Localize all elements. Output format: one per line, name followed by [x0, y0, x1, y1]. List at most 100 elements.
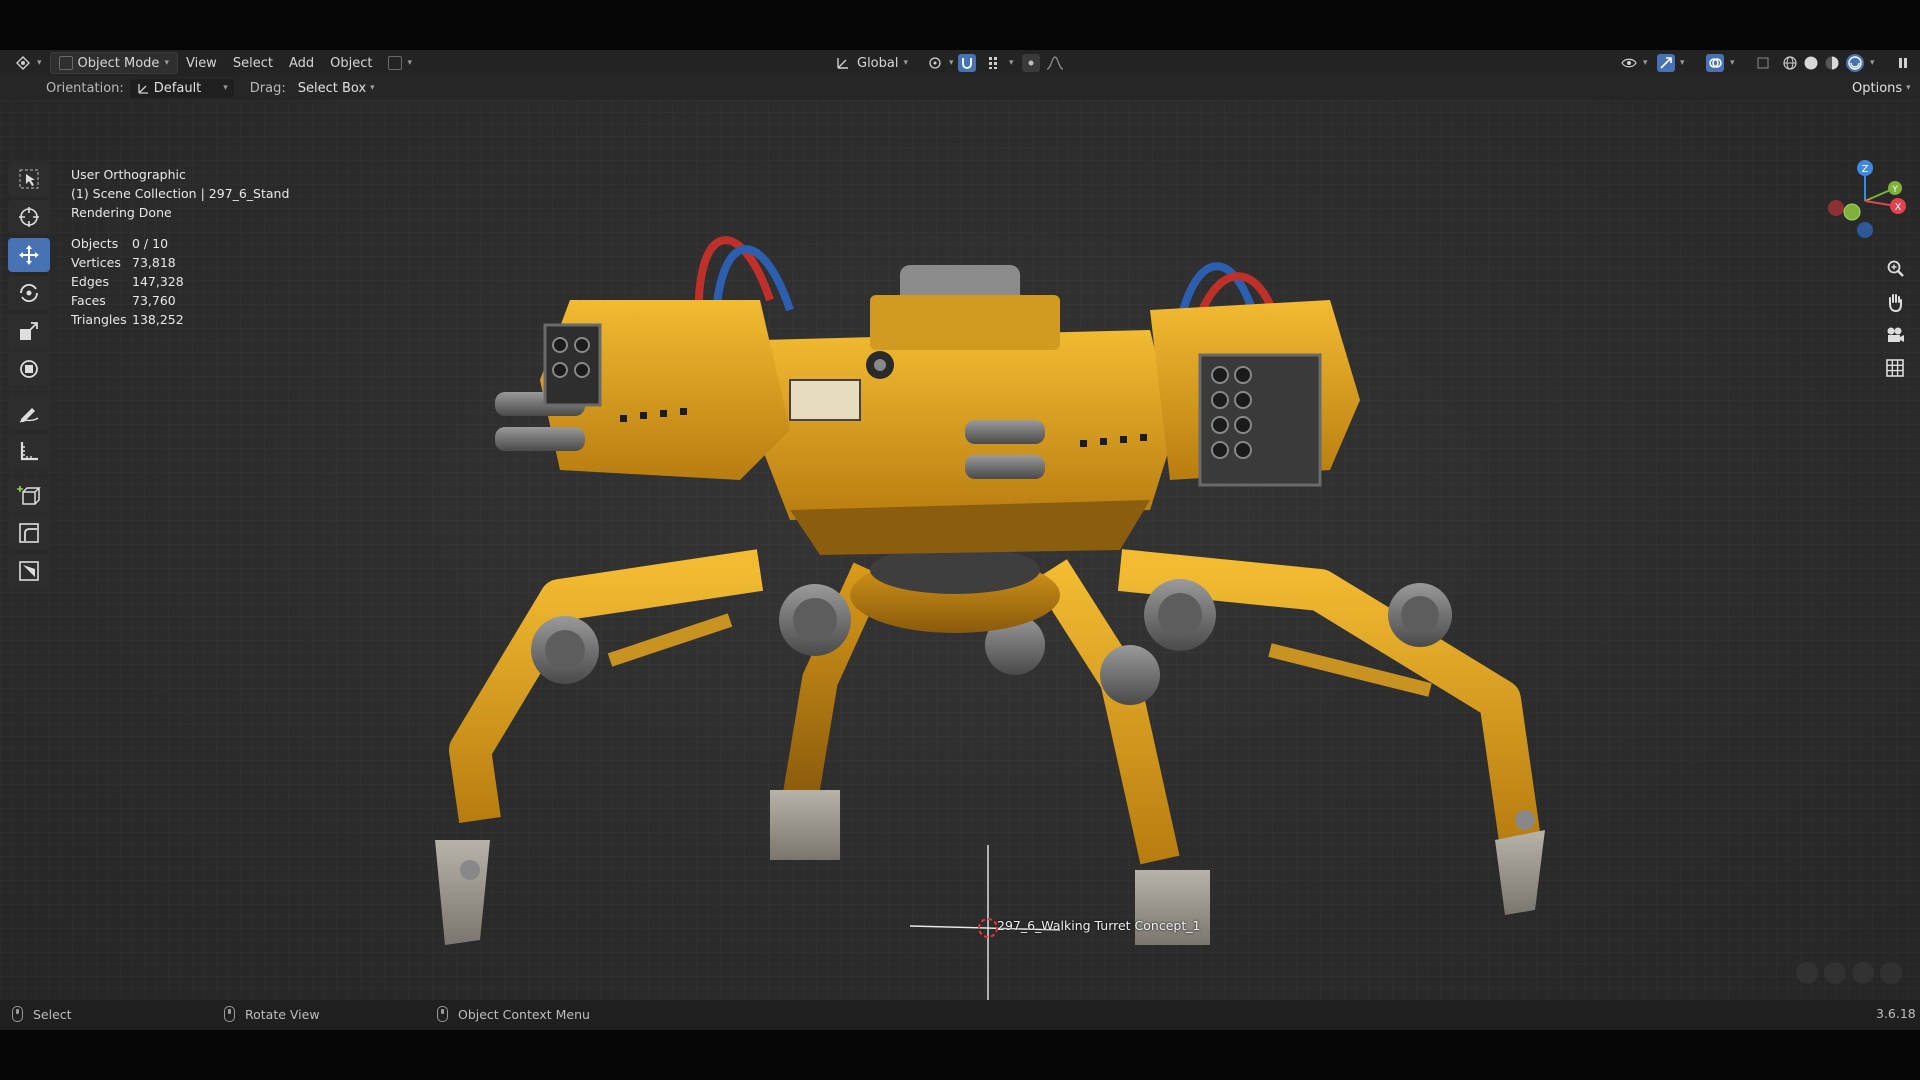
- stat-vertices: Vertices 73,818: [71, 253, 184, 272]
- editor-type-icon: [14, 54, 32, 72]
- menu-view-label: View: [185, 55, 217, 71]
- pause-icon[interactable]: [1894, 54, 1912, 72]
- status-rotate-label: Rotate View: [245, 1006, 320, 1022]
- viewport-corner-widgets: [1796, 962, 1902, 984]
- transform-icon: [20, 360, 38, 378]
- chevron-down-icon: ▾: [903, 58, 909, 68]
- 3d-viewport[interactable]: 297_6_Walking Turret Concept_1 User Orth…: [0, 100, 1920, 1000]
- scale-tool[interactable]: [8, 314, 50, 348]
- menu-view[interactable]: View: [178, 52, 225, 74]
- object-mode-icon: [58, 56, 73, 70]
- orientation-label: Orientation:: [46, 80, 124, 96]
- cursor-tool[interactable]: [8, 200, 50, 234]
- status-context-label: Object Context Menu: [458, 1006, 590, 1022]
- chevron-down-icon: ▾: [164, 58, 169, 68]
- snap-grid-icon: [986, 54, 1004, 72]
- menu-object[interactable]: Object: [322, 52, 380, 74]
- chevron-down-icon: ▾: [37, 58, 42, 68]
- transform-tool[interactable]: [8, 352, 50, 386]
- chevron-down-icon[interactable]: ▾: [1680, 58, 1685, 68]
- snap-toggle-icon[interactable]: [958, 54, 976, 72]
- annotate-tool[interactable]: [8, 396, 50, 430]
- gizmo-toggle-icon[interactable]: [1657, 54, 1675, 72]
- menu-select[interactable]: Select: [225, 52, 281, 74]
- gizmo-x-label: X: [1895, 202, 1902, 213]
- transform-orientation-selector[interactable]: Global ▾: [826, 52, 916, 74]
- measure-tool[interactable]: [8, 434, 50, 468]
- scale-cage-tool[interactable]: [8, 554, 50, 588]
- cursor-icon: [19, 207, 39, 227]
- record-icon[interactable]: [1824, 962, 1846, 984]
- proportional-edit-icon[interactable]: [1022, 54, 1040, 72]
- pan-hand-icon[interactable]: [1882, 289, 1908, 315]
- rendered-shading-icon[interactable]: [1846, 54, 1864, 72]
- snap-target-selector[interactable]: ▾: [978, 52, 1022, 74]
- orientation-dropdown[interactable]: Default ▾: [129, 78, 234, 98]
- left-mouse-icon: [12, 1006, 23, 1022]
- layout-icon[interactable]: [1852, 962, 1874, 984]
- chevron-down-icon: ▾: [1906, 83, 1911, 93]
- solid-shading-icon[interactable]: [1802, 54, 1820, 72]
- middle-mouse-icon: [224, 1006, 235, 1022]
- options-dropdown[interactable]: Options ▾: [1846, 79, 1917, 98]
- annotate-pencil-icon: [19, 408, 39, 423]
- chevron-down-icon: ▾: [949, 58, 954, 68]
- stat-key: Edges: [71, 274, 109, 289]
- chevron-right-icon[interactable]: [1880, 962, 1902, 984]
- tool-shelf: [8, 162, 50, 588]
- menu-object-label: Object: [330, 55, 373, 71]
- layers-icon: [388, 56, 403, 70]
- move-icon: [19, 245, 39, 265]
- visibility-selector[interactable]: ▾: [1612, 52, 1656, 74]
- stat-faces: Faces 73,760: [71, 291, 184, 310]
- stat-triangles: Triangles 138,252: [71, 310, 184, 329]
- drag-dropdown[interactable]: Select Box ▾: [292, 79, 381, 98]
- status-bar: Select Rotate View Object Context Menu 3…: [0, 1000, 1920, 1030]
- options-label: Options: [1852, 80, 1903, 96]
- add-cube-tool[interactable]: [8, 478, 50, 512]
- menu-select-label: Select: [232, 55, 273, 71]
- overlays-toggle-icon[interactable]: [1706, 54, 1724, 72]
- scale-icon: [20, 322, 38, 340]
- rotate-icon: [20, 283, 38, 303]
- shear-tool[interactable]: [8, 516, 50, 550]
- stat-key: Faces: [71, 293, 106, 308]
- chevron-down-icon[interactable]: ▾: [1730, 58, 1735, 68]
- xray-toggle-icon[interactable]: [1754, 54, 1772, 72]
- select-box-tool[interactable]: [8, 162, 50, 196]
- rotate-tool[interactable]: [8, 276, 50, 310]
- status-rotate-view: Rotate View: [224, 1006, 320, 1022]
- pivot-point-selector[interactable]: ▾: [918, 52, 962, 74]
- shear-icon: [19, 523, 39, 543]
- chevron-down-icon: ▾: [370, 83, 375, 93]
- chevron-down-icon[interactable]: ▾: [1870, 58, 1875, 68]
- mode-label: Object Mode: [77, 55, 160, 71]
- orientation-axes-icon: [834, 54, 852, 72]
- walking-turret-model[interactable]: [0, 100, 1920, 1000]
- object-origin-label: 297_6_Walking Turret Concept_1: [997, 918, 1201, 933]
- move-tool[interactable]: [8, 238, 50, 272]
- viewport-header: ▾ Object Mode ▾ View Select Add Object ▾…: [0, 50, 1920, 76]
- right-mouse-icon: [437, 1006, 448, 1022]
- mode-selector[interactable]: Object Mode ▾: [49, 52, 178, 74]
- gizmo-z-label: Z: [1862, 164, 1869, 175]
- stat-value: 147,328: [132, 274, 184, 289]
- viewport-extra-menu[interactable]: ▾: [380, 52, 420, 74]
- menu-add[interactable]: Add: [281, 52, 322, 74]
- play-icon[interactable]: [1796, 962, 1818, 984]
- status-select: Select: [12, 1006, 72, 1022]
- letterbox-bottom: [0, 1030, 1920, 1080]
- wireframe-shading-icon[interactable]: [1781, 54, 1799, 72]
- navigation-gizmo[interactable]: Z Y X: [1820, 156, 1910, 246]
- chevron-down-icon: ▾: [407, 58, 412, 68]
- orthographic-grid-icon[interactable]: [1882, 355, 1908, 381]
- camera-view-icon[interactable]: [1882, 322, 1908, 348]
- falloff-curve-icon[interactable]: [1046, 54, 1064, 72]
- orientation-axes-icon: [136, 79, 150, 97]
- version-label: 3.6.18: [1876, 1006, 1916, 1021]
- stat-value: 73,818: [132, 255, 176, 270]
- material-preview-icon[interactable]: [1823, 54, 1841, 72]
- editor-type-button[interactable]: ▾: [6, 52, 50, 74]
- stat-value: 0 / 10: [132, 236, 169, 251]
- zoom-icon[interactable]: [1882, 256, 1908, 282]
